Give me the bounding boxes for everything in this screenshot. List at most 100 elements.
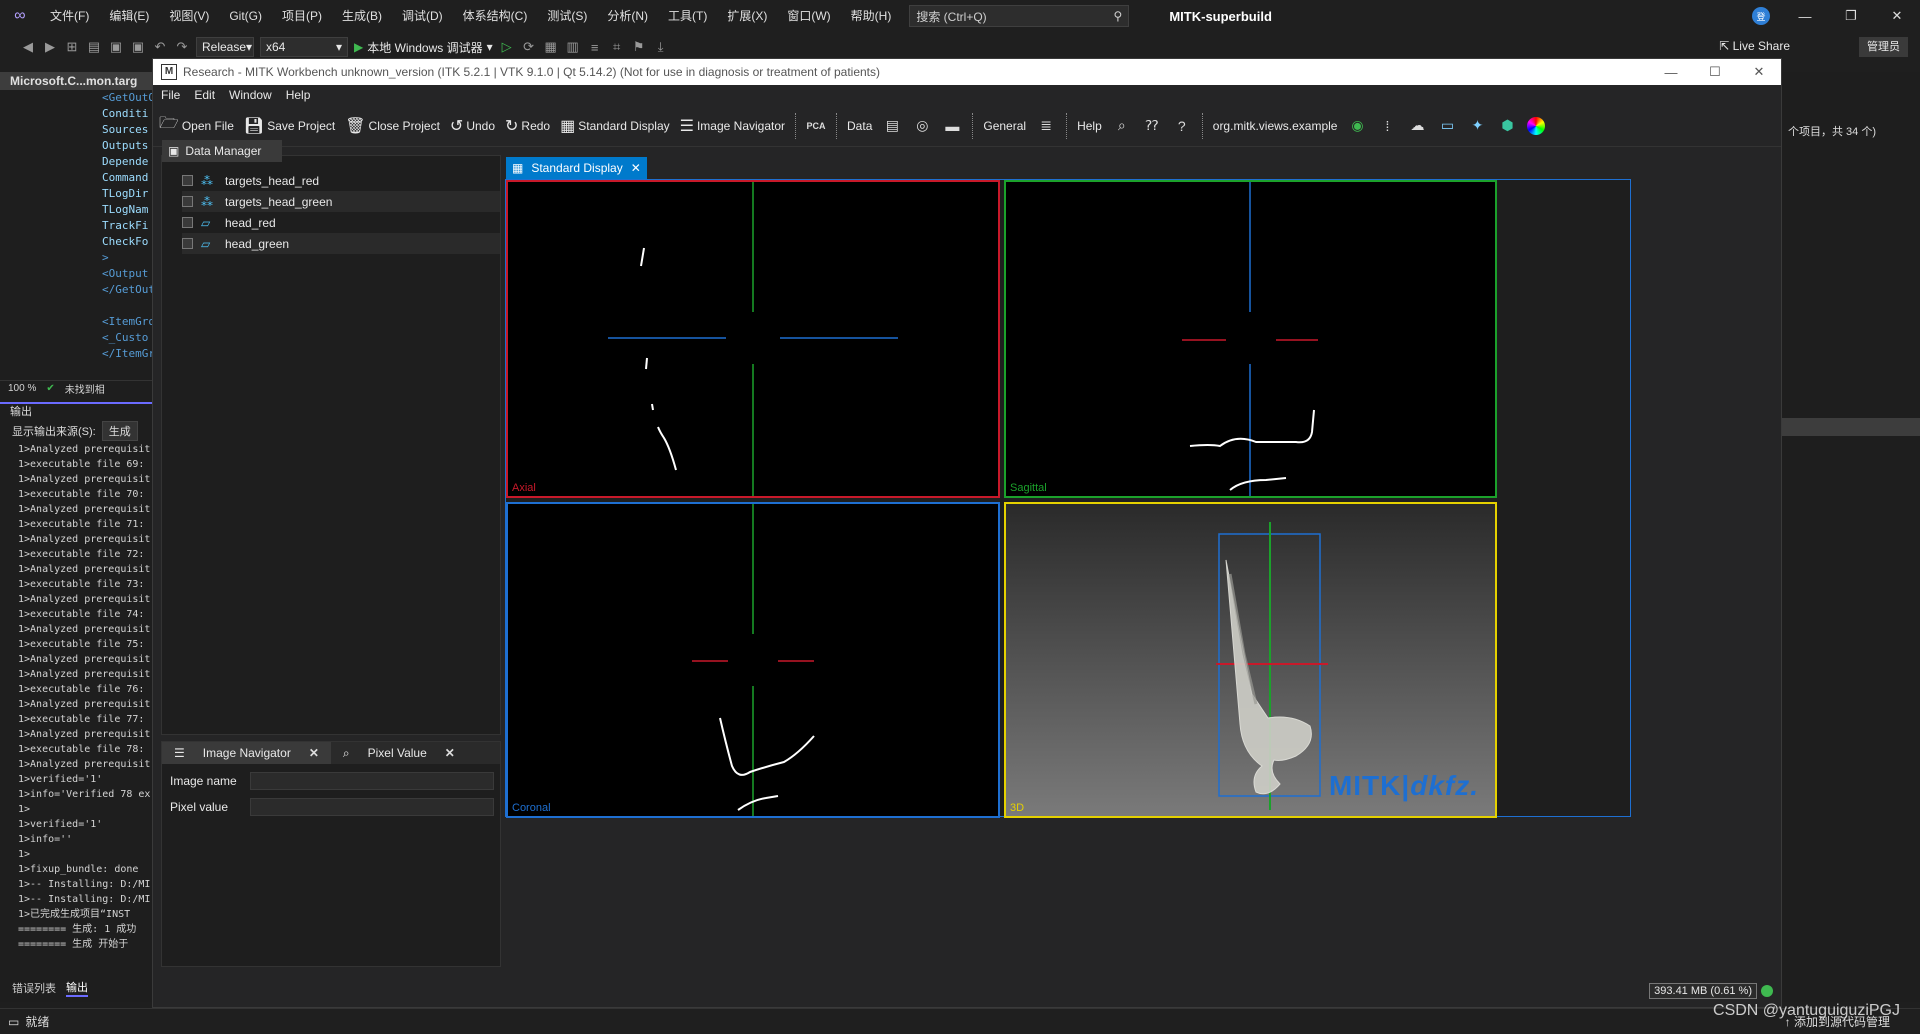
mitk-menu-item[interactable]: Edit <box>194 88 215 102</box>
pca-icon[interactable]: PCA <box>806 116 826 136</box>
vs-menu-item[interactable]: 项目(P) <box>272 0 332 32</box>
data-manager-icon[interactable]: ▤ <box>882 116 902 136</box>
bottom-tab[interactable]: 错误列表 <box>12 980 56 996</box>
undo-button[interactable]: ↺ Undo <box>450 116 495 136</box>
save-icon[interactable]: ▣ <box>108 39 124 55</box>
open-file-button[interactable]: 🗁 Open File <box>159 112 234 139</box>
volume-visualization-icon[interactable]: ◉ <box>1347 116 1367 136</box>
help-search-icon[interactable]: ⌕ <box>1112 116 1132 136</box>
selected-row[interactable] <box>1782 418 1920 436</box>
maximize-icon[interactable]: ☐ <box>1693 59 1737 85</box>
platform-dropdown[interactable]: x64 ▾ <box>260 37 348 57</box>
restore-icon[interactable]: ❐ <box>1828 0 1874 32</box>
vs-menu-item[interactable]: 视图(V) <box>159 0 219 32</box>
document-tab[interactable]: Microsoft.C...mon.targ <box>0 72 152 90</box>
start-debugging-button[interactable]: ▶ 本地 Windows 调试器 ▾ <box>354 39 493 56</box>
mitk-window-title: Research - MITK Workbench unknown_versio… <box>183 65 880 79</box>
properties-icon[interactable]: ▬ <box>942 116 962 136</box>
back-icon[interactable]: ◀ <box>20 39 36 55</box>
data-node-row[interactable]: ⁂ targets_head_red <box>182 170 500 191</box>
mitk-menu-item[interactable]: Help <box>286 88 311 102</box>
minimize-icon[interactable]: — <box>1782 0 1828 32</box>
pixel-value-field[interactable] <box>250 798 494 816</box>
vs-search-box[interactable]: 搜索 (Ctrl+Q) ⚲ <box>909 5 1130 27</box>
data-node-row[interactable]: ▱ head_green <box>182 233 500 254</box>
axial-render-window[interactable]: Axial <box>506 180 1000 498</box>
output-source-dropdown[interactable]: 生成 <box>101 421 138 441</box>
code-editor[interactable]: <GetOutOf Conditi Sources Outputs Depende Com… <box>0 90 152 380</box>
live-share-button[interactable]: ⇱ Live Share <box>1719 39 1790 53</box>
visual-studio-logo-icon[interactable]: ∞ <box>0 0 40 32</box>
account-icon[interactable]: 登 <box>1752 7 1770 25</box>
visibility-checkbox[interactable] <box>182 196 193 207</box>
vs-menu-item[interactable]: 调试(D) <box>392 0 453 32</box>
format-icon[interactable]: ≡ <box>587 39 603 55</box>
color-wheel-icon[interactable] <box>1527 116 1546 135</box>
sagittal-render-window[interactable]: Sagittal <box>1004 180 1497 498</box>
redo-button[interactable]: ↻ Redo <box>505 116 550 136</box>
close-icon[interactable]: ✕ <box>1874 0 1920 32</box>
config-dropdown[interactable]: Release ▾ <box>196 37 254 57</box>
vs-menu-item[interactable]: 生成(B) <box>332 0 392 32</box>
vs-menu-item[interactable]: 文件(F) <box>40 0 99 32</box>
vs-menu-item[interactable]: 帮助(H) <box>841 0 902 32</box>
bookmark-icon[interactable]: ⚑ <box>631 39 647 55</box>
data-manager-tab[interactable]: ▣ Data Manager <box>162 140 282 162</box>
vs-menu-item[interactable]: 编辑(E) <box>99 0 159 32</box>
vs-menu-item[interactable]: 窗口(W) <box>777 0 840 32</box>
folder-icon[interactable]: ▦ <box>543 39 559 55</box>
refresh-icon[interactable]: ⟳ <box>521 39 537 55</box>
save-project-button[interactable]: 💾︎ Save Project <box>244 116 335 136</box>
vs-menu-item[interactable]: 测试(S) <box>537 0 597 32</box>
vs-menu-item[interactable]: Git(G) <box>219 0 272 32</box>
close-icon[interactable]: ✕ <box>439 742 461 764</box>
vs-menu-item[interactable]: 扩展(X) <box>717 0 777 32</box>
screenshot-icon[interactable]: ▭ <box>1437 116 1457 136</box>
image-navigator-button[interactable]: ☰ Image Navigator <box>680 116 785 136</box>
open-folder-icon[interactable]: ▤ <box>86 39 102 55</box>
new-item-icon[interactable]: ⊞ <box>64 39 80 55</box>
layout-icon[interactable]: ▥ <box>565 39 581 55</box>
image-search-icon[interactable]: ◎ <box>912 116 932 136</box>
segmentation-icon[interactable]: ✦ <box>1467 116 1487 136</box>
redo-icon[interactable]: ↷ <box>174 39 190 55</box>
forward-icon[interactable]: ▶ <box>42 39 58 55</box>
vs-menu-item[interactable]: 体系结构(C) <box>453 0 538 32</box>
step-icon[interactable]: ⤓ <box>653 39 669 55</box>
minimize-icon[interactable]: — <box>1649 59 1693 85</box>
coronal-render-window[interactable]: Coronal <box>506 502 1000 818</box>
close-icon[interactable]: ✕ <box>303 742 325 764</box>
undo-icon[interactable]: ↶ <box>152 39 168 55</box>
data-node-row[interactable]: ▱ head_red <box>182 212 500 233</box>
tab-pixel-value[interactable]: ⌕ Pixel Value ✕ <box>331 742 467 764</box>
start-without-debugging-icon[interactable]: ▷ <box>499 39 515 55</box>
context-help-icon[interactable]: ⁇ <box>1142 116 1162 136</box>
vs-menu-item[interactable]: 分析(N) <box>597 0 658 32</box>
question-icon[interactable]: ? <box>1172 116 1192 136</box>
example-view-label[interactable]: org.mitk.views.example <box>1213 119 1338 133</box>
mitk-menu-item[interactable]: Window <box>229 88 272 102</box>
standard-display-button[interactable]: ▦ Standard Display <box>560 116 670 136</box>
save-all-icon[interactable]: ▣ <box>130 39 146 55</box>
close-icon[interactable]: ✕ <box>1737 59 1781 85</box>
list-icon[interactable]: ≣ <box>1036 116 1056 136</box>
visibility-checkbox[interactable] <box>182 175 193 186</box>
tab-image-navigator[interactable]: ☰ Image Navigator ✕ <box>162 742 331 764</box>
surface-icon[interactable]: ☁ <box>1407 116 1427 136</box>
3d-render-window[interactable]: MITK|dkfz. 3D <box>1004 502 1497 818</box>
close-project-button[interactable]: 🗑︎ Close Project <box>345 116 440 136</box>
image-name-field[interactable] <box>250 772 494 790</box>
visibility-checkbox[interactable] <box>182 217 193 228</box>
cube-icon[interactable]: ⬢ <box>1497 116 1517 136</box>
close-icon[interactable]: ✕ <box>631 161 641 175</box>
bottom-tab[interactable]: 输出 <box>66 979 88 997</box>
mitk-menu-item[interactable]: File <box>161 88 180 102</box>
data-node-row[interactable]: ⁂ targets_head_green <box>182 191 500 212</box>
zoom-level[interactable]: 100 % <box>8 383 36 394</box>
dots-grid-icon[interactable]: ⁞ <box>1377 116 1397 136</box>
visibility-checkbox[interactable] <box>182 238 193 249</box>
standard-display-tab[interactable]: ▦ Standard Display ✕ <box>506 157 647 179</box>
output-text[interactable]: 1>Analyzed prerequisit 1>executable file … <box>0 442 152 952</box>
vs-menu-item[interactable]: 工具(T) <box>658 0 717 32</box>
comment-icon[interactable]: ⌗ <box>609 39 625 55</box>
